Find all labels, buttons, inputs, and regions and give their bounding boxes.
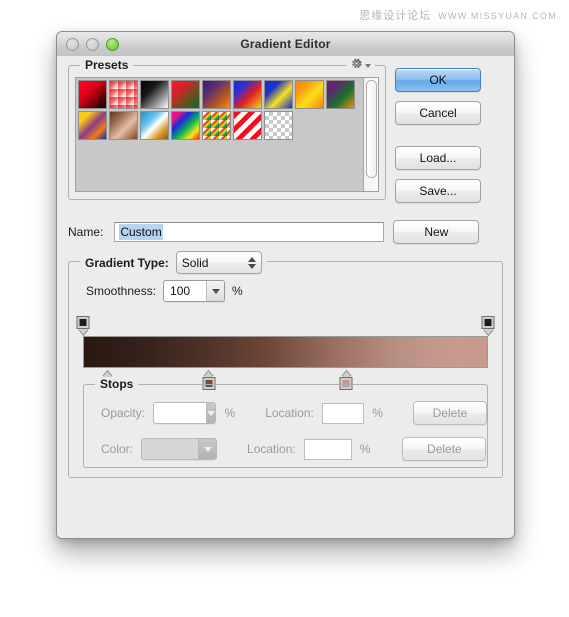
color-stop-row: Color: Location: % Delete [84,425,487,461]
dialog-body: Presets OK Cancel Load... Save... Name: … [57,56,514,538]
preset-swatch-orange-yellow-orange[interactable] [295,80,324,109]
opacity-unit: % [224,406,236,420]
preset-swatch-blue-yellow-blue[interactable] [264,80,293,109]
opacity-stop-left[interactable] [76,316,90,335]
presets-group: Presets [68,57,386,200]
presets-well [75,77,379,192]
gradient-type-legend: Gradient Type: Solid [80,251,267,274]
smoothness-value: 100 [170,284,191,298]
minimize-button[interactable] [86,37,99,51]
window-titlebar[interactable]: Gradient Editor [57,32,514,57]
gradient-editor-window: Gradient Editor Presets OK Cancel Load..… [56,31,515,539]
preset-swatch-copper[interactable] [109,111,138,140]
gradient-type-group: Gradient Type: Solid Smoothness: 100 % S… [68,251,503,478]
preset-swatch-purple-orange[interactable] [202,80,231,109]
color-swatch-input [141,438,218,460]
preset-swatch-spectrum[interactable] [171,111,200,140]
watermark-en: WWW.MISSYUAN.COM [438,11,557,21]
name-row: Name: Custom New [68,220,503,244]
gradient-type-value: Solid [181,255,209,270]
preset-swatch-transparent-stripes[interactable] [264,111,293,140]
opacity-input [153,402,217,424]
gear-icon [352,58,362,69]
opacity-location-label: Location: [265,406,314,420]
presets-grid[interactable] [76,78,363,191]
opacity-location-input [321,402,365,424]
load-button[interactable]: Load... [395,146,481,170]
zoom-button[interactable] [106,37,119,51]
presets-scrollbar[interactable] [363,78,378,191]
color-location-input [303,438,352,460]
dialog-button-column: OK Cancel Load... Save... [395,65,481,203]
opacity-label: Opacity: [101,406,146,420]
chevron-down-icon [365,63,371,68]
opacity-location-unit: % [372,406,383,420]
window-controls [66,37,119,51]
preset-swatch-red-white-stripes[interactable] [233,111,262,140]
color-stop-3-pointer [341,371,352,377]
preset-swatch-red-to-transparent[interactable] [109,80,138,109]
color-delete-button: Delete [402,437,487,461]
presets-scrollbar-thumb[interactable] [365,80,377,178]
preset-swatch-blue-red-yellow[interactable] [233,80,262,109]
preset-swatch-red-green[interactable] [171,80,200,109]
opacity-stop-right-swatch [481,316,495,329]
name-input[interactable]: Custom [114,222,385,242]
opacity-stop-left-pointer [78,329,88,335]
gradient-preview-bar[interactable] [83,336,488,368]
opacity-stop-right-pointer [483,329,493,335]
chevron-down-icon [198,439,217,459]
color-stop-2-pointer [203,371,214,377]
stepper-arrows-icon [247,256,256,269]
name-label: Name: [68,225,104,239]
preset-swatch-black-to-white[interactable] [140,80,169,109]
chevron-down-icon[interactable] [206,281,225,301]
watermark-cn: 思缘设计论坛 [359,10,432,22]
ok-button[interactable]: OK [395,68,481,92]
preset-swatch-chrome[interactable] [140,111,169,140]
preset-swatch-red-to-black[interactable] [78,80,107,109]
smoothness-unit: % [232,284,243,298]
opacity-stop-left-swatch [76,316,90,329]
close-button[interactable] [66,37,79,51]
presets-row: Presets OK Cancel Load... Save... [68,57,503,203]
chevron-down-icon [206,403,216,423]
preset-swatch-transparent-rainbow[interactable] [202,111,231,140]
color-location-label: Location: [247,442,296,456]
gradient-type-select[interactable]: Solid [175,251,262,274]
cancel-button[interactable]: Cancel [395,101,481,125]
stops-group: Stops Opacity: % Location: % Delete Colo… [83,377,488,468]
smoothness-label: Smoothness: [86,284,157,298]
stops-legend: Stops [95,377,139,391]
opacity-stop-right[interactable] [481,316,495,335]
color-location-unit: % [359,442,371,456]
preset-swatch-violet-green-orange[interactable] [326,80,355,109]
color-label: Color: [101,442,134,456]
smoothness-select[interactable]: 100 [163,280,226,302]
color-swatch [142,439,199,459]
presets-menu-button[interactable] [346,57,375,70]
gradient-type-label: Gradient Type: [85,255,169,270]
preset-swatch-yellow-violet-orange-blue[interactable] [78,111,107,140]
save-button[interactable]: Save... [395,179,481,203]
name-input-value: Custom [119,224,163,240]
presets-legend: Presets [80,58,134,72]
opacity-stop-row: Opacity: % Location: % Delete [84,385,487,425]
window-title: Gradient Editor [240,37,331,51]
watermark: 思缘设计论坛 WWW.MISSYUAN.COM [359,7,557,23]
opacity-delete-button: Delete [413,401,487,425]
new-button[interactable]: New [393,220,480,244]
gradient-strip-area[interactable] [76,316,495,390]
